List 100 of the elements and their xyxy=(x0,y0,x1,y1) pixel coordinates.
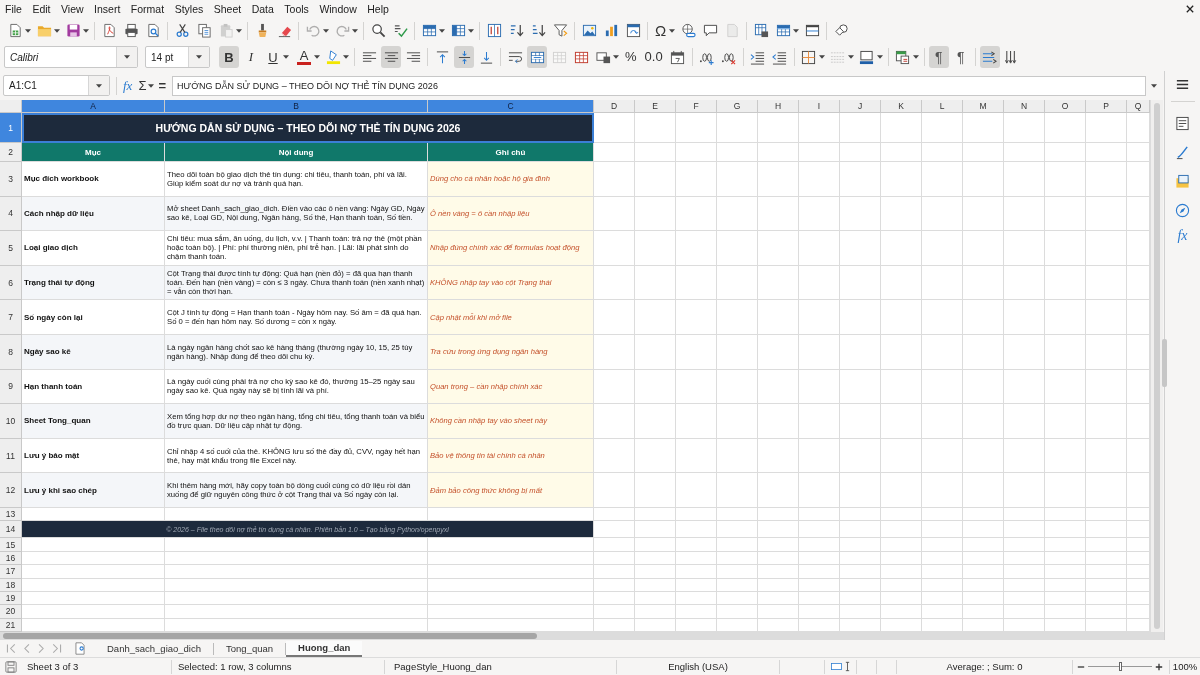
menu-item[interactable]: Tools xyxy=(284,3,309,15)
column-header[interactable]: A xyxy=(22,100,165,113)
caret-icon[interactable] xyxy=(818,55,825,59)
row-header[interactable]: 15 xyxy=(0,538,22,552)
horizontal-scrollbar[interactable] xyxy=(0,632,1164,640)
row-header[interactable]: 2 xyxy=(0,143,22,162)
row-header[interactable]: 17 xyxy=(0,565,22,579)
rectangle-selection-icon[interactable] xyxy=(831,663,842,670)
floppy-icon[interactable] xyxy=(5,660,17,673)
globe-link-icon[interactable] xyxy=(680,23,696,38)
caret-icon[interactable] xyxy=(314,55,320,59)
menu-item[interactable]: View xyxy=(61,3,84,15)
caret-icon[interactable] xyxy=(876,55,883,59)
caret-icon[interactable] xyxy=(793,28,800,33)
sidebar-collapse-handle[interactable] xyxy=(1162,339,1167,387)
language-text[interactable]: English (USA) xyxy=(668,661,728,672)
borders-icon[interactable] xyxy=(801,49,817,65)
caret-icon[interactable] xyxy=(124,55,130,59)
sum-button[interactable]: Σ xyxy=(138,78,147,93)
column-header[interactable]: H xyxy=(758,100,799,113)
bar-chart-icon[interactable] xyxy=(603,23,619,38)
find-icon[interactable] xyxy=(370,23,386,38)
caret-icon[interactable] xyxy=(323,28,329,33)
caret-icon[interactable] xyxy=(847,55,854,59)
table-rows-icon[interactable] xyxy=(421,23,437,38)
column-header[interactable]: L xyxy=(922,100,963,113)
row-header[interactable]: 9 xyxy=(0,369,22,405)
zoom-slider-thumb[interactable] xyxy=(1118,662,1122,671)
border-color-icon[interactable] xyxy=(859,49,875,65)
pdf-document-icon[interactable] xyxy=(101,23,117,38)
copy-icon[interactable] xyxy=(196,23,212,38)
spellcheck-icon[interactable] xyxy=(392,23,408,38)
menu-item[interactable]: Styles xyxy=(174,3,204,15)
caret-icon[interactable] xyxy=(1151,83,1157,88)
left-to-right-button[interactable]: ¶ xyxy=(928,46,949,68)
caret-icon[interactable] xyxy=(613,55,619,59)
column-header[interactable]: B xyxy=(165,100,428,113)
italic-button[interactable]: I xyxy=(241,46,261,68)
row-header[interactable]: 3 xyxy=(0,162,22,197)
shapes-icon[interactable] xyxy=(833,23,849,38)
menu-item[interactable]: Edit xyxy=(32,3,51,15)
caret-icon[interactable] xyxy=(343,55,349,59)
calendar-icon[interactable] xyxy=(670,49,686,65)
caret-icon[interactable] xyxy=(196,55,202,59)
scissors-icon[interactable] xyxy=(174,23,190,38)
row-header[interactable]: 5 xyxy=(0,231,22,266)
caret-icon[interactable] xyxy=(439,28,445,33)
column-header[interactable]: I xyxy=(799,100,840,113)
zoom-percent-text[interactable]: 100% xyxy=(1172,661,1198,672)
menu-icon[interactable] xyxy=(1175,77,1190,92)
caret-icon[interactable] xyxy=(83,28,89,33)
column-header[interactable]: O xyxy=(1045,100,1086,113)
row-header[interactable]: 11 xyxy=(0,438,22,474)
print-area-icon[interactable] xyxy=(753,23,769,38)
menu-item[interactable]: Window xyxy=(319,3,357,15)
cell-format-icon[interactable] xyxy=(595,49,611,65)
caret-icon[interactable] xyxy=(283,55,289,59)
zoom-in-icon[interactable] xyxy=(1155,662,1163,671)
formula-input-field[interactable]: HƯỚNG DẪN SỬ DỤNG – THEO DÕI NỢ THẺ TÍN DỤNG 2026 xyxy=(172,75,1146,96)
sort-grid-icon[interactable] xyxy=(486,23,502,38)
menu-item[interactable]: Help xyxy=(367,3,389,15)
speech-bubble-icon[interactable] xyxy=(702,23,718,38)
printer-icon[interactable] xyxy=(123,23,139,38)
row-header[interactable]: 1 xyxy=(0,113,22,143)
menu-item[interactable]: File xyxy=(5,3,22,15)
compass-icon[interactable] xyxy=(1175,203,1190,218)
indent-decrease-icon[interactable] xyxy=(772,49,788,65)
column-header[interactable]: E xyxy=(635,100,676,113)
special-character-button[interactable]: Ω xyxy=(655,22,667,39)
right-to-left-button[interactable]: ¶ xyxy=(950,46,971,68)
image-icon[interactable] xyxy=(581,23,597,38)
row-header[interactable]: 4 xyxy=(0,196,22,232)
unmerge-cells-icon[interactable] xyxy=(573,49,589,65)
functions-button[interactable]: fx xyxy=(1177,228,1188,244)
caret-icon[interactable] xyxy=(25,28,31,33)
text-cursor-icon[interactable] xyxy=(845,661,850,672)
new-spreadsheet-icon[interactable] xyxy=(7,23,23,38)
number-format-button[interactable]: 0.0 xyxy=(644,49,663,65)
font-color-button[interactable]: A xyxy=(297,49,311,65)
add-sheet-icon[interactable] xyxy=(75,642,85,655)
sort-descending-icon[interactable] xyxy=(530,23,546,38)
vertical-scrollbar[interactable] xyxy=(1150,100,1163,632)
caret-icon[interactable] xyxy=(96,83,102,88)
gallery-icon[interactable] xyxy=(1175,174,1190,189)
column-header[interactable]: N xyxy=(1004,100,1045,113)
row-header[interactable]: 10 xyxy=(0,404,22,439)
name-box-field[interactable]: A1:C1 xyxy=(3,75,110,96)
brush-icon[interactable] xyxy=(1175,145,1190,160)
percent-format-button[interactable]: % xyxy=(625,49,637,65)
row-header[interactable]: 14 xyxy=(0,521,22,539)
print-preview-icon[interactable] xyxy=(145,23,161,38)
sheet-tab[interactable]: Tong_quan xyxy=(214,641,286,656)
column-header[interactable]: F xyxy=(676,100,717,113)
column-header[interactable]: M xyxy=(963,100,1004,113)
underline-button[interactable]: U xyxy=(263,46,283,68)
caret-icon[interactable] xyxy=(468,28,474,33)
page-style-text[interactable]: PageStyle_Huong_dan xyxy=(394,661,492,672)
indent-increase-icon[interactable] xyxy=(750,49,766,65)
column-header[interactable]: G xyxy=(717,100,758,113)
column-header[interactable]: D xyxy=(594,100,635,113)
